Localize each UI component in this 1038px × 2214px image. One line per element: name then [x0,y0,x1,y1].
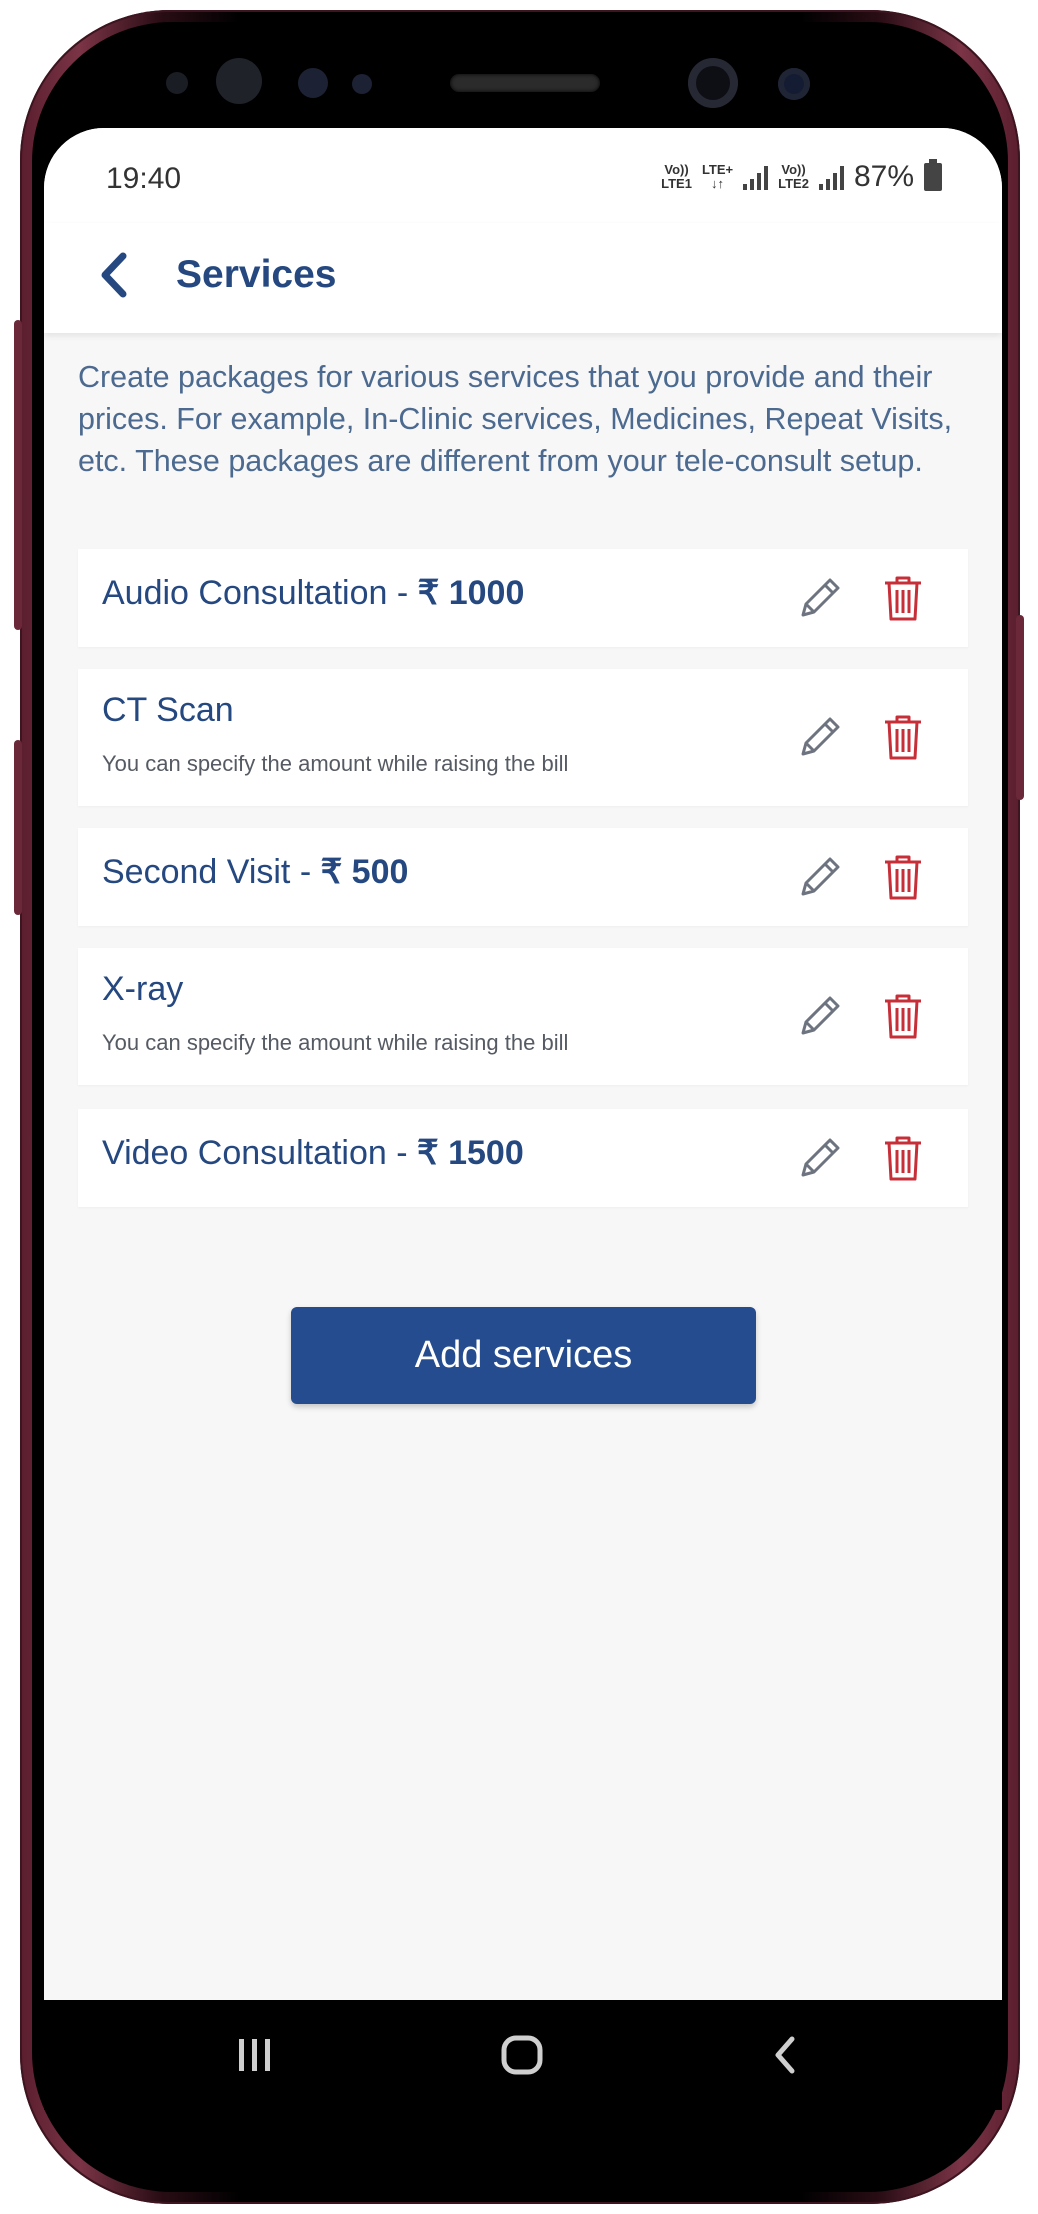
edit-button[interactable] [790,1128,850,1188]
service-price: ₹ 500 [320,853,409,891]
sim2-volte-label: Vo)) [781,162,806,177]
recent-apps-icon [239,2039,270,2071]
service-price: ₹ 1500 [417,1134,524,1172]
pencil-icon [801,578,840,617]
status-bar: 19:40 Vo)) LTE1 LTE+ ↓↑ Vo)) LTE2 87% [44,128,1002,223]
proximity-sensor [166,72,188,94]
service-price: ₹ 1000 [417,574,525,612]
service-card: X-ray You can specify the amount while r… [78,948,968,1085]
iris-sensor [216,58,262,104]
battery-icon [924,159,942,191]
service-card: Audio Consultation - ₹ 1000 [78,549,968,647]
trash-icon [885,994,921,1039]
service-title: Second Visit - ₹ 500 [102,852,408,892]
signal-icon [743,164,769,190]
navigation-bar [44,2000,1002,2110]
earpiece-speaker [450,74,600,92]
service-card: CT Scan You can specify the amount while… [78,669,968,806]
status-icons: Vo)) LTE1 LTE+ ↓↑ Vo)) LTE2 87% [661,159,942,194]
recent-apps-button[interactable] [215,2020,295,2090]
network-type-indicator: LTE+ ↓↑ [702,163,733,191]
pencil-icon [801,857,840,896]
home-icon [501,2035,543,2075]
front-camera [688,58,738,108]
service-card: Second Visit - ₹ 500 [78,828,968,926]
service-name: Video Consultation - [102,1134,418,1172]
delete-button[interactable] [873,707,933,767]
delete-button[interactable] [873,986,933,1046]
service-name: CT Scan [102,691,234,729]
sim1-lte-label: LTE1 [661,176,692,191]
light-sensor [352,74,372,94]
service-subtitle: You can specify the amount while raising… [102,1030,569,1055]
bixby-button [14,740,22,915]
battery-percentage: 87% [853,160,914,193]
app-header: Services [44,223,1002,333]
back-button[interactable] [84,245,144,305]
service-name: Second Visit - [102,853,321,891]
service-title: CT Scan [102,691,234,730]
add-services-button[interactable]: Add services [291,1307,756,1404]
trash-icon [885,855,921,900]
sim1-volte-label: Vo)) [664,162,689,177]
pencil-icon [801,717,840,756]
network-type-label: LTE+ [701,162,734,177]
intro-description: Create packages for various services tha… [78,360,953,478]
service-title: Audio Consultation - ₹ 1000 [102,573,524,613]
edit-button[interactable] [790,568,850,628]
page-title: Services [176,253,337,296]
sim2-indicator: Vo)) LTE2 [778,163,809,191]
volume-button [14,320,22,630]
front-sensor [298,68,328,98]
trash-icon [885,1136,921,1181]
service-title: X-ray [102,970,183,1009]
edit-button[interactable] [790,707,850,767]
back-icon [775,2036,795,2074]
pencil-icon [801,1138,840,1177]
data-arrows-icon: ↓↑ [711,176,725,191]
signal2-icon [818,164,844,190]
sim2-lte-label: LTE2 [778,176,809,191]
trash-icon [885,715,921,760]
home-button[interactable] [482,2020,562,2090]
service-name: X-ray [102,970,184,1008]
sim1-indicator: Vo)) LTE1 [661,163,692,191]
service-title: Video Consultation - ₹ 1500 [102,1133,524,1173]
edit-button[interactable] [790,986,850,1046]
camera-sensor [778,68,810,100]
service-subtitle: You can specify the amount while raising… [102,751,569,776]
delete-button[interactable] [873,847,933,907]
delete-button[interactable] [873,1128,933,1188]
status-time: 19:40 [106,162,182,195]
edit-button[interactable] [790,847,850,907]
chevron-left-icon [101,252,127,298]
delete-button[interactable] [873,568,933,628]
power-button [1016,615,1024,800]
app-screen: 19:40 Vo)) LTE1 LTE+ ↓↑ Vo)) LTE2 87% Se… [44,128,1002,2000]
service-name: Audio Consultation - [102,574,418,612]
system-back-button[interactable] [746,2020,826,2090]
pencil-icon [801,996,840,1035]
service-card: Video Consultation - ₹ 1500 [78,1109,968,1207]
trash-icon [885,576,921,621]
